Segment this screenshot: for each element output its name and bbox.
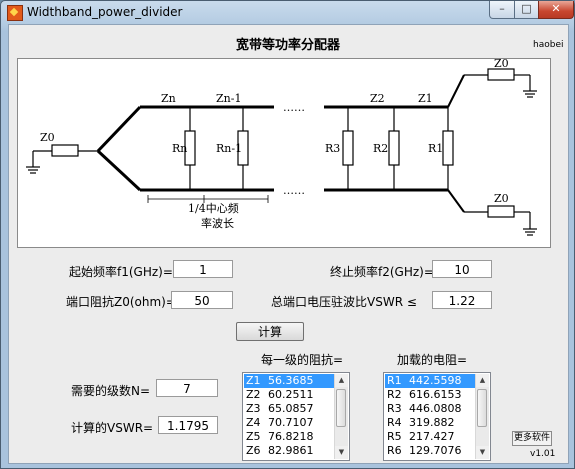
window-title: Widthband_power_divider: [27, 5, 183, 19]
z0-label: 端口阻抗Z0(ohm)=: [66, 295, 176, 309]
list-item[interactable]: Z3 65.0857: [244, 402, 336, 416]
scroll-down-icon[interactable]: ▼: [335, 446, 348, 459]
app-icon: [7, 5, 23, 21]
f1-input[interactable]: 1: [173, 260, 233, 278]
label-z1: Z1: [418, 92, 433, 105]
scroll-thumb[interactable]: [336, 389, 346, 427]
calc-vswr-output: 1.1795: [158, 416, 218, 434]
stages-label: 需要的级数N=: [71, 384, 151, 398]
label-r2: R2: [373, 142, 388, 155]
resistor-scrollbar[interactable]: ▲ ▼: [475, 374, 489, 459]
list-item[interactable]: R6 129.7076: [385, 444, 477, 458]
resistor-listbox[interactable]: R1 442.5598 R2 616.6153 R3 446.0808 R4 319.8…: [383, 372, 491, 461]
list-item[interactable]: R1 442.5598: [385, 374, 477, 388]
calculate-button[interactable]: 计算: [236, 322, 304, 341]
f1-label: 起始频率f1(GHz)=: [69, 265, 173, 279]
label-zn-1: Zn-1: [216, 92, 241, 105]
author-label: haobei: [533, 40, 564, 50]
label-z0-left: Z0: [40, 131, 55, 144]
label-r1: R1: [428, 142, 443, 155]
dots-top: ……: [283, 101, 305, 114]
page-title: 宽带等功率分配器: [236, 38, 341, 53]
scroll-down-icon[interactable]: ▼: [476, 446, 489, 459]
list-item[interactable]: R4 319.882: [385, 416, 477, 430]
label-zn: Zn: [161, 92, 176, 105]
dots-bottom: ……: [283, 184, 305, 197]
list-item[interactable]: R2 616.6153: [385, 388, 477, 402]
list-item[interactable]: Z4 70.7107: [244, 416, 336, 430]
vswr-label: 总端口电压驻波比VSWR ≤: [271, 295, 417, 309]
circuit-diagram: Z0 Zn Zn-1 Z2 Z1 Z0 Z0 Rn Rn-1 R3 R2 R1 …: [17, 57, 551, 248]
label-rn: Rn: [172, 142, 187, 155]
quarter-wave-label-2: 率波长: [201, 216, 234, 230]
list-item[interactable]: Z1 56.3685: [244, 374, 336, 388]
scroll-up-icon[interactable]: ▲: [335, 374, 348, 387]
f2-label: 终止频率f2(GHz)=: [330, 265, 434, 279]
label-z0-bottom: Z0: [494, 192, 509, 205]
close-button[interactable]: ✕: [538, 1, 574, 19]
impedance-title: 每一级的阻抗=: [261, 353, 344, 367]
scroll-up-icon[interactable]: ▲: [476, 374, 489, 387]
stages-output: 7: [156, 379, 218, 397]
impedance-listbox[interactable]: Z1 56.3685 Z2 60.2511 Z3 65.0857 Z4 70.7107 …: [242, 372, 350, 461]
minimize-button[interactable]: –: [489, 1, 515, 19]
impedance-scrollbar[interactable]: ▲ ▼: [334, 374, 348, 459]
list-item[interactable]: Z5 76.8218: [244, 430, 336, 444]
z0-input[interactable]: 50: [171, 291, 233, 309]
list-item[interactable]: R5 217.427: [385, 430, 477, 444]
label-rn-1: Rn-1: [216, 142, 242, 155]
title-bar[interactable]: Widthband_power_divider – □ ✕: [1, 1, 574, 23]
figure-client-area: 宽带等功率分配器 haobei Z0 Zn Zn-1 Z2 Z1 Z0 Z0 R…: [8, 24, 569, 464]
calc-vswr-label: 计算的VSWR=: [71, 421, 154, 435]
app-window: Widthband_power_divider – □ ✕ 宽带等功率分配器 h…: [0, 0, 575, 469]
resistor-title: 加载的电阻=: [397, 353, 468, 367]
list-item[interactable]: Z2 60.2511: [244, 388, 336, 402]
more-software-button[interactable]: 更多软件: [512, 431, 552, 446]
vswr-input[interactable]: 1.22: [432, 291, 492, 309]
quarter-wave-label-1: 1/4中心频: [188, 201, 239, 215]
maximize-button[interactable]: □: [514, 1, 539, 19]
scroll-thumb[interactable]: [477, 389, 487, 427]
label-r3: R3: [325, 142, 340, 155]
version-label: v1.01: [530, 449, 556, 459]
label-z2: Z2: [370, 92, 385, 105]
list-item[interactable]: Z6 82.9861: [244, 444, 336, 458]
label-z0-top: Z0: [494, 59, 509, 70]
circuit-schematic: Z0 Zn Zn-1 Z2 Z1 Z0 Z0 Rn Rn-1 R3 R2 R1 …: [26, 57, 537, 236]
f2-input[interactable]: 10: [432, 260, 492, 278]
list-item[interactable]: R3 446.0808: [385, 402, 477, 416]
